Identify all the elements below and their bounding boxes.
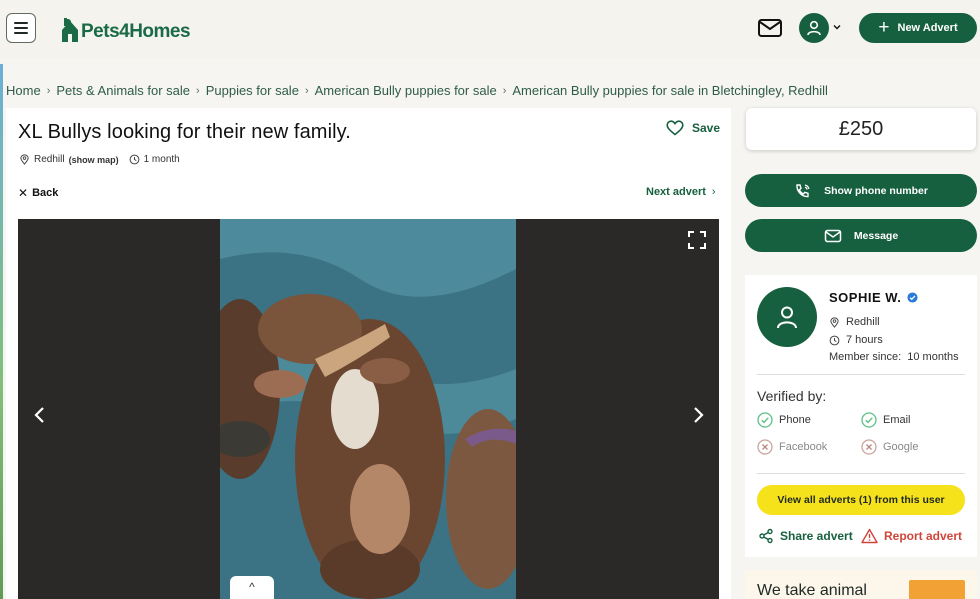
advert-meta: Redhill (show map) 1 month [19, 154, 180, 165]
menu-button[interactable] [6, 13, 36, 43]
share-advert-label: Share advert [780, 529, 853, 543]
chevron-right-icon: › [196, 84, 200, 97]
advert-card: XL Bullys looking for their new family. … [6, 108, 731, 599]
seller-avatar[interactable] [757, 287, 817, 347]
puppy-photo-image [220, 219, 516, 599]
verified-phone: Phone [757, 412, 811, 428]
show-map-link[interactable]: (show map) [69, 155, 119, 165]
share-icon [759, 528, 773, 544]
save-button[interactable]: Save [666, 120, 720, 136]
advert-location: Redhill [34, 154, 65, 165]
location-pin-icon [20, 154, 29, 165]
chevron-left-icon[interactable] [32, 405, 48, 425]
menu-icon-bar [14, 22, 28, 24]
share-advert-link[interactable]: Share advert [758, 528, 853, 544]
plus-icon: + [878, 17, 890, 38]
location-pin-icon [830, 316, 839, 328]
fullscreen-icon[interactable] [687, 230, 707, 250]
phone-icon [796, 183, 810, 197]
x-circle-icon [861, 439, 877, 455]
next-advert-link[interactable]: Next advert › [646, 186, 716, 198]
clock-icon [829, 335, 840, 345]
verified-email-label: Email [883, 414, 911, 426]
report-advert-label: Report advert [884, 529, 963, 543]
save-label: Save [692, 121, 721, 135]
view-all-adverts-button[interactable]: View all adverts (1) from this user [757, 485, 965, 515]
verified-google: Google [861, 439, 918, 455]
verified-phone-label: Phone [779, 414, 811, 426]
clock-icon [129, 154, 139, 165]
promo-image [909, 580, 965, 599]
logo-text: Pets4Homes [81, 21, 191, 42]
verified-by-heading: Verified by: [757, 388, 827, 404]
top-bar: Pets4Homes + New Advert [0, 0, 980, 58]
account-avatar-button[interactable] [799, 13, 829, 43]
image-gallery[interactable]: ^ [18, 219, 719, 599]
background-image-strip [0, 64, 3, 599]
chevron-right-icon: › [46, 84, 51, 97]
breadcrumb: Home › Pets & Animals for sale › Puppies… [6, 83, 828, 98]
house-logo-icon [62, 18, 78, 42]
verified-email: Email [861, 412, 911, 428]
next-advert-label: Next advert [646, 186, 706, 198]
seller-last-seen: 7 hours [829, 334, 883, 346]
mail-icon [824, 229, 842, 242]
seller-card: SOPHIE W. Redhill 7 hours Member since: … [745, 275, 977, 557]
message-label: Message [853, 229, 899, 242]
divider [757, 374, 965, 375]
user-icon [777, 306, 797, 329]
x-circle-icon [757, 439, 773, 455]
user-icon [807, 20, 821, 36]
divider [757, 473, 965, 474]
verified-google-label: Google [883, 441, 919, 453]
thumbnails-toggle-button[interactable]: ^ [230, 576, 274, 599]
seller-name-text: SOPHIE W. [829, 290, 902, 305]
menu-icon-bar [14, 32, 28, 34]
check-circle-icon [861, 412, 877, 428]
breadcrumb-item[interactable]: Home [6, 83, 41, 98]
breadcrumb-item[interactable]: Pets & Animals for sale [56, 83, 190, 98]
verified-facebook-label: Facebook [779, 441, 828, 453]
show-phone-button[interactable]: Show phone number [745, 174, 977, 207]
price-card: £250 [746, 108, 976, 150]
chevron-right-icon: › [304, 84, 309, 97]
check-circle-icon [757, 412, 773, 428]
advert-photo[interactable] [220, 219, 516, 599]
seller-location: Redhill [829, 316, 880, 328]
seller-name[interactable]: SOPHIE W. [829, 290, 918, 305]
report-advert-link[interactable]: Report advert [861, 528, 962, 544]
price: £250 [838, 117, 884, 140]
chevron-right-icon: › [502, 84, 507, 97]
heart-icon [666, 120, 684, 136]
breadcrumb-item[interactable]: American Bully puppies for sale in Bletc… [512, 83, 828, 98]
verified-facebook: Facebook [757, 439, 827, 455]
verified-badge-icon [907, 292, 918, 303]
site-logo[interactable]: Pets4Homes [60, 16, 191, 42]
seller-location-text: Redhill [846, 316, 880, 328]
message-button[interactable]: Message [745, 219, 977, 252]
chevron-right-icon[interactable] [690, 405, 706, 425]
promo-text: We take animal [757, 582, 867, 599]
new-advert-button[interactable]: + New Advert [859, 13, 977, 43]
close-icon: ✕ [18, 186, 29, 200]
breadcrumb-item[interactable]: Puppies for sale [206, 83, 299, 98]
seller-last-seen-text: 7 hours [846, 334, 883, 346]
chevron-down-icon[interactable] [832, 22, 842, 32]
advert-title: XL Bullys looking for their new family. [18, 121, 351, 143]
seller-member-since: Member since: 10 months [829, 351, 959, 363]
mail-icon[interactable] [757, 17, 783, 39]
warning-icon [861, 528, 878, 544]
chevron-right-icon: › [711, 186, 716, 198]
breadcrumb-item[interactable]: American Bully puppies for sale [315, 83, 497, 98]
promo-card[interactable]: We take animal [745, 570, 977, 599]
show-phone-label: Show phone number [824, 184, 928, 197]
back-label: Back [32, 187, 59, 199]
menu-icon-bar [14, 27, 28, 29]
advert-age: 1 month [143, 154, 180, 165]
back-link[interactable]: ✕ Back [18, 186, 58, 200]
new-advert-label: New Advert [897, 22, 958, 34]
